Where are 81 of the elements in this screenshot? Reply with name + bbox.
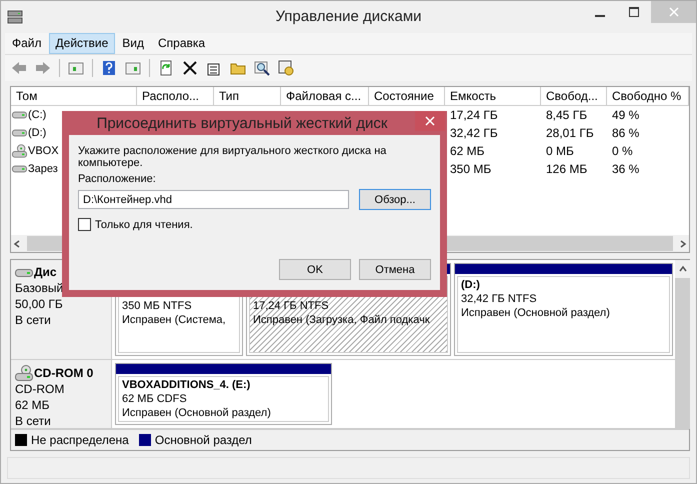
help-icon[interactable] xyxy=(101,60,117,76)
table-cell: 32,42 ГБ xyxy=(450,126,498,140)
disk-status: В сети xyxy=(15,414,52,430)
volume-name: VBOX xyxy=(28,144,59,157)
disk-type: CD-ROM xyxy=(15,382,66,398)
column-header[interactable]: Тип xyxy=(214,86,281,106)
partition-size: 32,42 ГБ NTFS xyxy=(461,292,538,306)
dialog-title: Присоединить виртуальный жесткий диск xyxy=(96,114,388,132)
table-cell: 350 МБ xyxy=(450,162,492,176)
partition-status: Исправен (Основной раздел) xyxy=(461,306,611,320)
refresh-icon[interactable] xyxy=(158,60,174,76)
table-cell: 8,45 ГБ xyxy=(546,108,588,122)
disk-status: В сети xyxy=(15,313,52,328)
volume-name: (D:) xyxy=(28,126,46,139)
column-header[interactable]: Файловая с... xyxy=(281,86,369,106)
menu-item[interactable]: Действие xyxy=(48,32,116,54)
dialog-button[interactable]: Отмена xyxy=(359,259,431,280)
partition-status: Исправен (Система, xyxy=(122,313,227,328)
table-cell: 0 % xyxy=(612,144,633,158)
column-header[interactable]: Свобод... xyxy=(541,86,607,106)
close-button[interactable] xyxy=(415,111,445,131)
column-header[interactable]: Свободно % xyxy=(607,86,689,106)
column-header[interactable]: Емкость xyxy=(445,86,541,106)
legend-label: Не распределена xyxy=(31,433,129,448)
menu-item[interactable]: Справка xyxy=(151,32,212,54)
drive-icon xyxy=(12,110,27,120)
close-icon xyxy=(668,7,678,17)
panel-icon[interactable] xyxy=(125,60,141,76)
disk-size: 50,00 ГБ xyxy=(15,297,64,312)
cd-drive-icon xyxy=(12,142,27,159)
partition-label: VBOXADDITIONS_4. (E:) xyxy=(122,378,252,392)
location-label: Расположение: xyxy=(78,173,157,185)
vertical-scrollbar[interactable] xyxy=(675,260,690,430)
search-icon[interactable] xyxy=(254,60,270,76)
window-title: Управление дисками xyxy=(275,8,422,26)
close-icon xyxy=(425,116,435,126)
disk-name: Дис xyxy=(34,265,57,280)
readonly-checkbox[interactable] xyxy=(78,218,91,231)
menu-item[interactable]: Вид xyxy=(115,32,151,54)
partition-size: 62 МБ CDFS xyxy=(122,392,188,406)
menu-item[interactable]: Файл xyxy=(5,32,49,54)
partition-block[interactable]: VBOXADDITIONS_4. (E:) 62 МБ CDFS Исправен (Основной раздел) xyxy=(115,363,332,426)
back-arrow-icon[interactable] xyxy=(11,60,27,76)
partition-label: (D:) xyxy=(461,278,481,292)
legend-label: Основной раздел xyxy=(154,433,252,448)
forward-arrow-icon[interactable] xyxy=(35,60,51,76)
app-icon xyxy=(7,8,23,25)
location-field[interactable]: D:\Контейнер.vhd xyxy=(78,190,349,209)
partition-block[interactable]: (D:) 32,42 ГБ NTFS Исправен (Основной раздел) xyxy=(454,263,673,356)
partition-status: Исправен (Основной раздел) xyxy=(122,406,272,420)
table-cell: 36 % xyxy=(612,162,640,176)
table-cell: 49 % xyxy=(612,108,640,122)
delete-icon[interactable] xyxy=(182,60,198,76)
partition-size: 350 МБ NTFS xyxy=(122,299,193,314)
volume-name: (C:) xyxy=(28,108,46,121)
drive-icon xyxy=(12,164,27,174)
drive-icon xyxy=(12,128,27,138)
checkbox-label: Только для чтения. xyxy=(95,218,193,230)
dialog-button[interactable]: OK xyxy=(279,259,351,280)
disk-name: CD-ROM 0 xyxy=(34,366,94,381)
panel-icon[interactable] xyxy=(68,60,84,76)
maximize-icon xyxy=(629,7,639,17)
table-cell: 126 МБ xyxy=(546,162,588,176)
disk-type: Базовый xyxy=(15,281,64,296)
table-cell: 28,01 ГБ xyxy=(546,126,594,140)
cd-drive-icon xyxy=(15,365,33,382)
column-header[interactable]: Располо... xyxy=(137,86,214,106)
browse-button[interactable]: Обзор... xyxy=(359,189,431,210)
dialog-message: Укажите расположение для виртуального жесткого диска на компьютере. xyxy=(78,145,388,169)
disk-size: 62 МБ xyxy=(15,398,51,414)
table-cell: 17,24 ГБ xyxy=(450,108,498,122)
table-cell: 62 МБ xyxy=(450,144,485,158)
column-header[interactable]: Том xyxy=(11,86,137,106)
table-cell: 0 МБ xyxy=(546,144,574,158)
partition-status: Исправен (Загрузка, Файл подкачк xyxy=(253,313,431,328)
minimize-icon xyxy=(595,15,605,17)
settings-icon[interactable] xyxy=(278,60,294,76)
partition-size: 17,24 ГБ NTFS xyxy=(253,299,330,314)
table-cell: 86 % xyxy=(612,126,640,140)
column-header[interactable]: Состояние xyxy=(369,86,445,106)
volume-name: Зарез xyxy=(28,162,58,175)
